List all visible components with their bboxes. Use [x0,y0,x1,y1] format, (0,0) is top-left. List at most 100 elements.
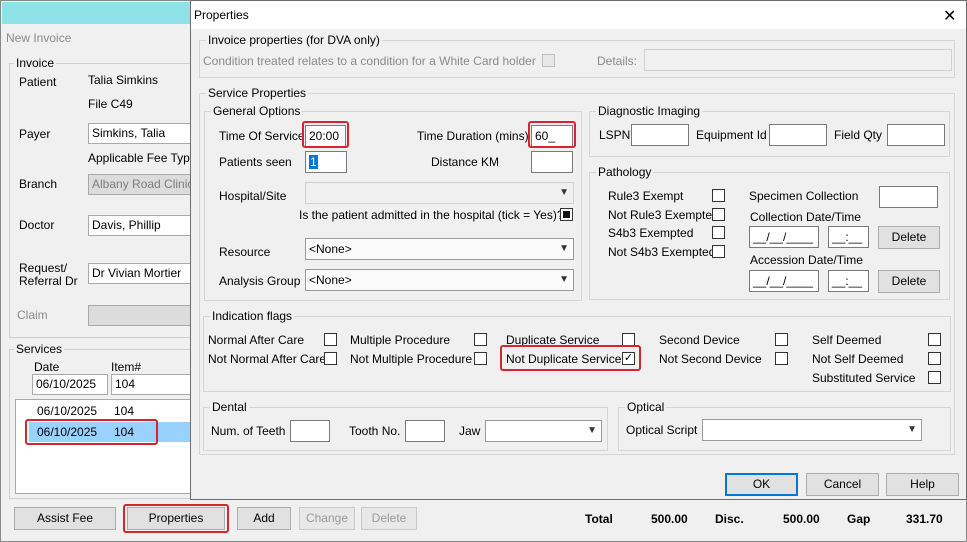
time-duration-label: Time Duration (mins) [417,129,529,143]
not-duplicate-service-label: Not Duplicate Service [506,352,622,366]
tooth-no-label: Tooth No. [349,424,401,438]
branch-label: Branch [19,177,58,191]
num-of-teeth-label: Num. of Teeth [211,424,286,438]
patients-seen-label: Patients seen [219,155,292,169]
referral-field[interactable]: Dr Vivian Mortier [88,263,198,284]
time-of-service-label: Time Of Service [219,129,305,143]
collection-time-input[interactable]: __:__ [828,226,869,248]
patient-label: Patient [19,75,57,89]
hospital-site-select[interactable]: ▼ [305,182,574,204]
lspn-label: LSPN [599,128,631,142]
not-self-deemed-checkbox[interactable] [928,352,941,365]
patients-seen-value[interactable]: 1 [309,155,318,169]
second-device-label: Second Device [659,333,740,347]
assist-fee-button[interactable]: Assist Fee [14,507,116,530]
branch-field: Albany Road Clinic [88,174,198,195]
close-icon[interactable]: ✕ [943,6,956,26]
rule3-exempt-checkbox[interactable] [712,189,725,202]
doctor-field[interactable]: Davis, Phillip [88,215,198,236]
service-row-1-item[interactable]: 104 [114,404,134,418]
applicable-fee-type-label: Applicable Fee Type [88,151,197,165]
substituted-service-checkbox[interactable] [928,371,941,384]
distance-km-label: Distance KM [431,155,500,169]
substituted-service-label: Substituted Service [812,371,916,385]
specimen-collection-input[interactable] [879,186,938,208]
add-button[interactable]: Add [237,507,291,530]
s4b3-exempted-checkbox[interactable] [712,226,725,239]
self-deemed-checkbox[interactable] [928,333,941,346]
accession-date-input[interactable]: __/__/____ [749,270,819,292]
payer-field[interactable]: Simkins, Talia [88,123,198,144]
multiple-procedure-checkbox[interactable] [474,333,487,346]
claim-label: Claim [17,308,48,322]
claim-field [88,305,198,326]
service-row-2-date[interactable]: 06/10/2025 [37,425,97,439]
s4b3-exempted-label: S4b3 Exempted [608,226,694,240]
equipment-id-input[interactable] [769,124,827,146]
not-normal-after-care-checkbox[interactable] [324,352,337,365]
rule3-exempt-label: Rule3 Exempt [608,189,684,203]
collection-date-input[interactable]: __/__/____ [749,226,819,248]
num-of-teeth-input[interactable] [290,420,330,442]
not-s4b3-exempted-checkbox[interactable] [712,245,725,258]
optical-script-select[interactable]: ▼ [702,419,922,441]
tooth-no-input[interactable] [405,420,445,442]
analysis-group-select[interactable]: <None> ▼ [305,269,574,291]
item-column-header: Item# [111,360,142,374]
not-s4b3-exempted-label: Not S4b3 Exempted [608,245,716,259]
lspn-input[interactable] [631,124,689,146]
change-button[interactable]: Change [299,507,355,530]
window-title-strip [2,2,194,24]
resource-value: <None> [309,242,352,256]
accession-delete-button[interactable]: Delete [878,270,940,293]
duplicate-service-checkbox[interactable] [622,333,635,346]
properties-button[interactable]: Properties [127,507,225,530]
services-group-title: Services [14,342,65,356]
doctor-label: Doctor [19,218,55,232]
analysis-group-label: Analysis Group [219,274,301,288]
not-second-device-checkbox[interactable] [775,352,788,365]
not-multiple-procedure-checkbox[interactable] [474,352,487,365]
jaw-label: Jaw [459,424,481,438]
help-button[interactable]: Help [886,473,959,496]
resource-select[interactable]: <None> ▼ [305,238,574,260]
ok-button[interactable]: OK [725,473,798,496]
dialog-title: Properties [194,8,249,22]
multiple-procedure-label: Multiple Procedure [350,333,451,347]
service-row-2-item[interactable]: 104 [114,425,134,439]
service-item-input[interactable]: 104 [111,374,201,395]
admitted-checkbox[interactable] [560,208,573,221]
distance-km-input[interactable] [531,151,573,173]
disc-label: Disc. [715,512,744,526]
invoice-properties-title: Invoice properties (for DVA only) [206,33,382,47]
delete-service-button[interactable]: Delete [361,507,417,530]
details-input[interactable] [644,49,952,71]
service-properties-title: Service Properties [206,86,309,100]
not-duplicate-service-checkbox[interactable]: ✓ [622,352,635,365]
time-of-service-input[interactable]: 20:00 [305,125,346,147]
total-value: 500.00 [651,512,688,526]
patients-seen-input[interactable]: 1 [305,151,347,173]
equipment-id-label: Equipment Id [696,128,767,142]
normal-after-care-checkbox[interactable] [324,333,337,346]
duplicate-service-label: Duplicate Service [506,333,600,347]
time-duration-input[interactable]: 60_ [531,125,573,147]
total-label: Total [585,512,613,526]
properties-dialog: Properties ✕ Invoice properties (for DVA… [190,0,967,500]
accession-time-input[interactable]: __:__ [828,270,869,292]
field-qty-input[interactable] [887,124,945,146]
service-row-1-date[interactable]: 06/10/2025 [37,404,97,418]
self-deemed-label: Self Deemed [812,333,882,347]
cancel-button[interactable]: Cancel [806,473,879,496]
optical-title: Optical [625,400,667,414]
chevron-down-icon: ▼ [587,425,597,436]
service-date-input[interactable]: 06/10/2025 [32,374,108,395]
collection-delete-button[interactable]: Delete [878,226,940,249]
second-device-checkbox[interactable] [775,333,788,346]
not-rule3-exempt-checkbox[interactable] [712,208,725,221]
not-second-device-label: Not Second Device [659,352,762,366]
white-card-condition-checkbox[interactable] [542,54,555,67]
jaw-select[interactable]: ▼ [485,420,602,442]
chevron-down-icon: ▼ [559,243,569,254]
dental-title: Dental [210,400,249,414]
